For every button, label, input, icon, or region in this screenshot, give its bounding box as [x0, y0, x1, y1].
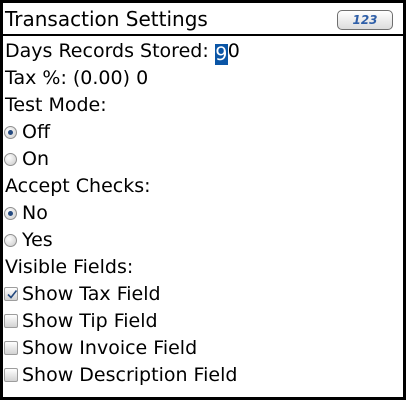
accept-checks-yes-label: Yes [22, 229, 53, 251]
show-tax-field-option[interactable]: Show Tax Field [4, 281, 400, 308]
show-invoice-field-option[interactable]: Show Invoice Field [4, 335, 400, 362]
test-mode-on-label: On [22, 148, 49, 170]
tax-percent-row[interactable]: Tax %: (0.00) 0 [5, 65, 401, 92]
show-tip-field-option[interactable]: Show Tip Field [4, 308, 400, 335]
test-mode-option-on[interactable]: On [4, 146, 400, 173]
show-description-field-label: Show Description Field [22, 364, 238, 386]
tax-percent-value[interactable]: 0 [136, 65, 148, 92]
title-bar: Transaction Settings 123 [3, 3, 403, 36]
tax-percent-label: Tax %: (0.00) [5, 67, 131, 89]
settings-screen: Transaction Settings 123 Days Records St… [0, 0, 406, 400]
accept-checks-option-yes[interactable]: Yes [4, 227, 400, 254]
checkbox-unchecked-icon[interactable] [4, 341, 18, 355]
test-mode-off-label: Off [22, 121, 51, 143]
days-records-label: Days Records Stored: [5, 40, 209, 62]
days-records-row[interactable]: Days Records Stored: 90 [5, 38, 401, 65]
show-invoice-field-label: Show Invoice Field [22, 337, 198, 359]
test-mode-option-off[interactable]: Off [4, 119, 400, 146]
days-records-value-rest[interactable]: 0 [228, 38, 240, 65]
test-mode-label: Test Mode: [5, 94, 107, 116]
days-records-cursor-digit[interactable]: 9 [214, 44, 228, 65]
radio-selected-icon[interactable] [4, 207, 17, 220]
page-title: Transaction Settings [5, 7, 208, 31]
checkbox-checked-icon[interactable] [4, 287, 18, 301]
radio-selected-icon[interactable] [4, 126, 17, 139]
radio-unselected-icon[interactable] [4, 153, 17, 166]
checkbox-unchecked-icon[interactable] [4, 314, 18, 328]
checkmark-icon [7, 290, 18, 299]
radio-unselected-icon[interactable] [4, 234, 17, 247]
show-tax-field-label: Show Tax Field [22, 283, 161, 305]
numeric-input-mode-icon: 123 [337, 10, 393, 30]
visible-fields-label: Visible Fields: [5, 256, 134, 278]
show-description-field-option[interactable]: Show Description Field [4, 362, 400, 389]
checkbox-unchecked-icon[interactable] [4, 368, 18, 382]
accept-checks-no-label: No [22, 202, 48, 224]
accept-checks-label: Accept Checks: [5, 175, 151, 197]
accept-checks-option-no[interactable]: No [4, 200, 400, 227]
show-tip-field-label: Show Tip Field [22, 310, 158, 332]
